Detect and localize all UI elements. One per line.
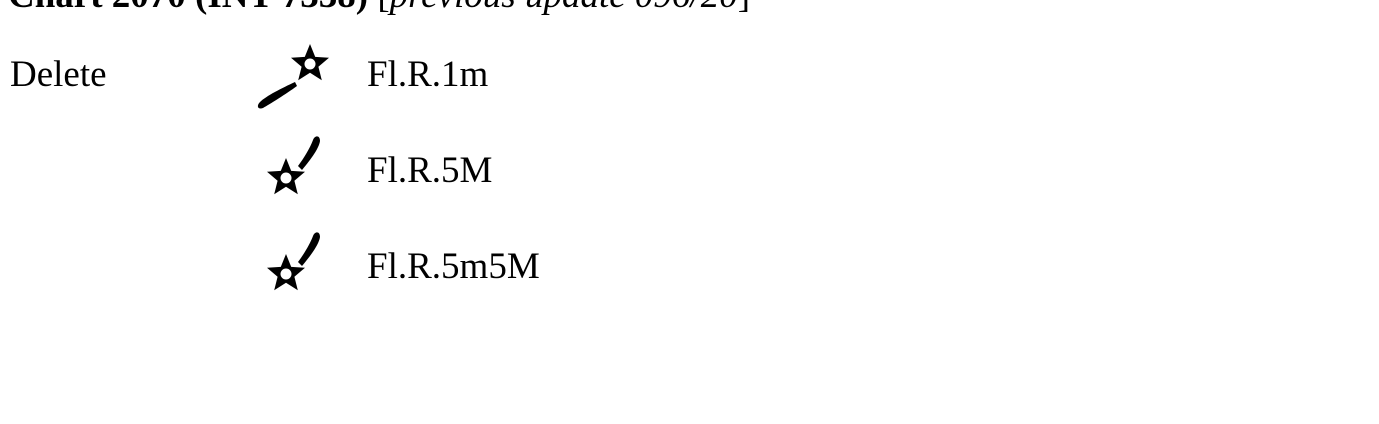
light-flare-star-icon [267, 232, 320, 291]
bracket-open: [ [368, 0, 389, 16]
light-entry: Fl.R.1m [0, 36, 700, 116]
light-entry: Fl.R.5M [0, 132, 700, 212]
light-flare-star-icon [267, 136, 320, 195]
light-flare-star-icon [257, 44, 329, 109]
chart-heading: Chart 2070 (INT 7338) [previous update 0… [8, 0, 750, 17]
bracket-close: ] [738, 0, 750, 16]
light-characteristic: Fl.R.1m [367, 54, 489, 95]
light-characteristic: Fl.R.5M [367, 150, 493, 191]
chart-number: Chart 2070 (INT 7338) [8, 0, 368, 16]
light-characteristic: Fl.R.5m5M [367, 246, 540, 287]
light-entry: Fl.R.5m5M [0, 228, 700, 308]
previous-update: previous update 096/20 [390, 0, 738, 16]
notice-page: Chart 2070 (INT 7338) [previous update 0… [0, 0, 1379, 424]
